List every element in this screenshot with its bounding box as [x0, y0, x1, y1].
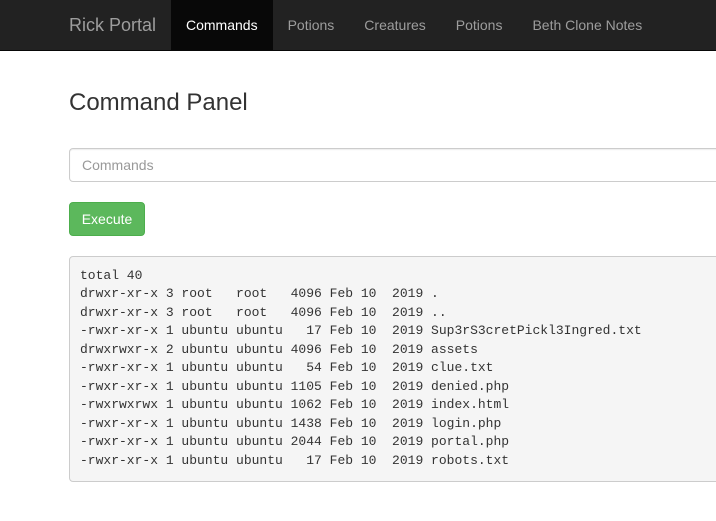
output-line: -rwxr-xr-x 1 ubuntu ubuntu 2044 Feb 10 2… [80, 434, 510, 449]
page-title: Command Panel [69, 89, 248, 116]
output-line: -rwxr-xr-x 1 ubuntu ubuntu 17 Feb 10 201… [80, 452, 510, 468]
output-line: -rwxr-xr-x 1 ubuntu ubuntu 17 Feb 10 201… [80, 323, 642, 338]
nav-item-creatures: Creatures [349, 0, 440, 50]
output-line: -rwxr-xr-x 1 ubuntu ubuntu 1438 Feb 10 2… [80, 415, 502, 431]
nav-item-commands: Commands [171, 0, 273, 50]
nav-item-beth-clone-notes: Beth Clone Notes [517, 0, 657, 50]
nav-link-beth-clone-notes[interactable]: Beth Clone Notes [517, 0, 657, 50]
nav-link-potions-2[interactable]: Potions [441, 0, 518, 50]
command-output: total 40 drwxr-xr-x 3 root root 4096 Feb … [69, 256, 716, 482]
brand-link[interactable]: Rick Portal [69, 0, 156, 50]
command-input[interactable] [69, 148, 716, 182]
output-line: drwxrwxr-x 2 ubuntu ubuntu 4096 Feb 10 2… [80, 341, 478, 357]
output-line: drwxr-xr-x 3 root root 4096 Feb 10 2019 … [80, 304, 447, 320]
nav-link-potions[interactable]: Potions [273, 0, 350, 50]
output-line: drwxr-xr-x 3 root root 4096 Feb 10 2019 … [80, 286, 439, 301]
nav-item-potions: Potions [273, 0, 350, 50]
execute-button[interactable]: Execute [69, 202, 145, 236]
nav-link-commands[interactable]: Commands [171, 0, 273, 50]
nav-item-potions-2: Potions [441, 0, 518, 50]
output-line: -rwxrwxrwx 1 ubuntu ubuntu 1062 Feb 10 2… [80, 397, 510, 412]
nav-menu: Commands Potions Creatures Potions Beth … [171, 0, 657, 50]
nav-link-creatures[interactable]: Creatures [349, 0, 440, 50]
output-line: -rwxr-xr-x 1 ubuntu ubuntu 54 Feb 10 201… [80, 360, 494, 375]
output-line: -rwxr-xr-x 1 ubuntu ubuntu 1105 Feb 10 2… [80, 378, 510, 394]
top-navbar: Rick Portal Commands Potions Creatures P… [0, 0, 716, 51]
output-line: total 40 [80, 267, 143, 283]
